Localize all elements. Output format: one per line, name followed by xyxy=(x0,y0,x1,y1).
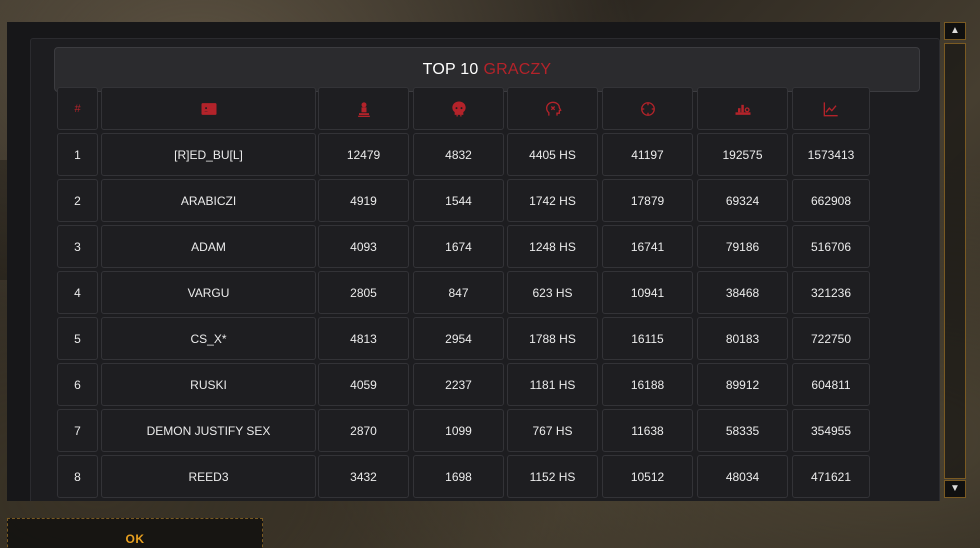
cell-name: ADAM xyxy=(101,225,316,268)
cell-points: 662908 xyxy=(792,179,870,222)
cell-headshots: 1152 HS xyxy=(507,455,598,498)
background-shadow xyxy=(0,160,7,280)
cell-deaths: 2237 xyxy=(413,363,504,406)
id-card-icon xyxy=(199,99,219,119)
cell-rank: 3 xyxy=(57,225,98,268)
cell-headshots: 623 HS xyxy=(507,271,598,314)
cell-damage: 89912 xyxy=(697,363,788,406)
cell-points: 471621 xyxy=(792,455,870,498)
column-header-damage xyxy=(697,87,788,130)
cell-deaths: 2954 xyxy=(413,317,504,360)
cell-kills: 2805 xyxy=(318,271,409,314)
column-header-headshots xyxy=(507,87,598,130)
ok-button[interactable]: OK xyxy=(7,518,263,548)
skull-icon xyxy=(449,99,469,119)
cell-name: CS_X* xyxy=(101,317,316,360)
cell-rank: 6 xyxy=(57,363,98,406)
cell-headshots: 4405 HS xyxy=(507,133,598,176)
weights-icon xyxy=(733,99,753,119)
cell-name: [R]ED_BU[L] xyxy=(101,133,316,176)
column-header-shots xyxy=(602,87,693,130)
title-main: TOP 10 xyxy=(422,60,479,78)
cell-name: RUSKI xyxy=(101,363,316,406)
cell-kills: 4059 xyxy=(318,363,409,406)
cell-kills: 2870 xyxy=(318,409,409,452)
cell-shots: 16741 xyxy=(602,225,693,268)
cell-damage: 58335 xyxy=(697,409,788,452)
scroll-down-button[interactable]: ▼ xyxy=(944,480,966,498)
cell-kills: 4919 xyxy=(318,179,409,222)
scroll-track[interactable] xyxy=(944,43,966,479)
cell-rank: 2 xyxy=(57,179,98,222)
cell-headshots: 1742 HS xyxy=(507,179,598,222)
column-header-kills xyxy=(318,87,409,130)
cell-headshots: 1248 HS xyxy=(507,225,598,268)
crosshair-icon xyxy=(638,99,658,119)
cell-shots: 16115 xyxy=(602,317,693,360)
cell-rank: 1 xyxy=(57,133,98,176)
cell-name: DEMON JUSTIFY SEX xyxy=(101,409,316,452)
title-accent: GRACZY xyxy=(483,60,552,78)
cell-kills: 3432 xyxy=(318,455,409,498)
vertical-scrollbar[interactable]: ▲ ▼ xyxy=(944,22,966,501)
cell-kills: 12479 xyxy=(318,133,409,176)
head-target-icon xyxy=(543,99,563,119)
column-header-rank: # xyxy=(57,87,98,130)
cell-shots: 17879 xyxy=(602,179,693,222)
cell-points: 1573413 xyxy=(792,133,870,176)
cell-name: ARABICZI xyxy=(101,179,316,222)
cell-deaths: 1674 xyxy=(413,225,504,268)
scroll-up-button[interactable]: ▲ xyxy=(944,22,966,40)
cell-damage: 80183 xyxy=(697,317,788,360)
cell-rank: 7 xyxy=(57,409,98,452)
top10-panel: TOP 10 GRACZY #1 [R]ED_BU[L] 12479 4832 4405… xyxy=(30,38,940,501)
cell-points: 604811 xyxy=(792,363,870,406)
cell-damage: 192575 xyxy=(697,133,788,176)
cell-shots: 16188 xyxy=(602,363,693,406)
cell-headshots: 1181 HS xyxy=(507,363,598,406)
cell-kills: 4813 xyxy=(318,317,409,360)
cell-rank: 4 xyxy=(57,271,98,314)
cell-points: 321236 xyxy=(792,271,870,314)
cell-headshots: 767 HS xyxy=(507,409,598,452)
cell-deaths: 1544 xyxy=(413,179,504,222)
cell-name: VARGU xyxy=(101,271,316,314)
cell-kills: 4093 xyxy=(318,225,409,268)
cell-points: 722750 xyxy=(792,317,870,360)
page-title: TOP 10 GRACZY xyxy=(54,47,920,92)
tombstone-icon xyxy=(354,99,374,119)
cell-points: 354955 xyxy=(792,409,870,452)
cell-damage: 48034 xyxy=(697,455,788,498)
column-header-deaths xyxy=(413,87,504,130)
cell-shots: 11638 xyxy=(602,409,693,452)
cell-headshots: 1788 HS xyxy=(507,317,598,360)
cell-shots: 10512 xyxy=(602,455,693,498)
column-header-name xyxy=(101,87,316,130)
cell-damage: 79186 xyxy=(697,225,788,268)
cell-deaths: 847 xyxy=(413,271,504,314)
chart-icon xyxy=(821,99,841,119)
cell-deaths: 1698 xyxy=(413,455,504,498)
cell-points: 516706 xyxy=(792,225,870,268)
cell-rank: 8 xyxy=(57,455,98,498)
cell-damage: 69324 xyxy=(697,179,788,222)
cell-deaths: 1099 xyxy=(413,409,504,452)
cell-name: REED3 xyxy=(101,455,316,498)
cell-damage: 38468 xyxy=(697,271,788,314)
cell-rank: 5 xyxy=(57,317,98,360)
cell-shots: 41197 xyxy=(602,133,693,176)
cell-deaths: 4832 xyxy=(413,133,504,176)
stats-window: TOP 10 GRACZY #1 [R]ED_BU[L] 12479 4832 4405… xyxy=(7,22,940,501)
column-header-points xyxy=(792,87,870,130)
cell-shots: 10941 xyxy=(602,271,693,314)
